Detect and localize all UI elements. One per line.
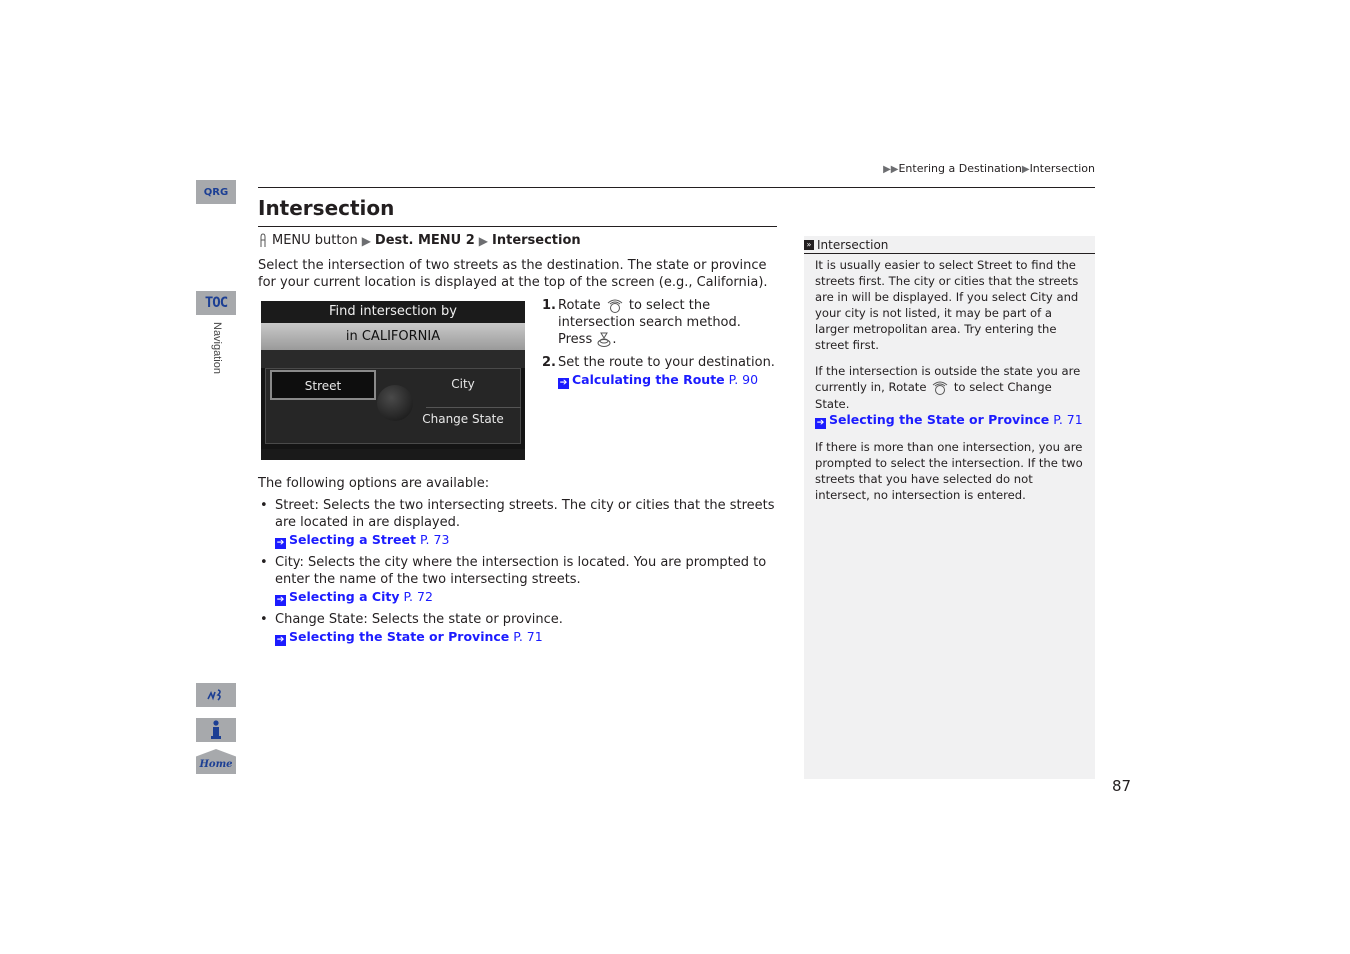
text: . [845,396,850,411]
step-number: 2. [542,355,556,370]
link-arrow-icon: ➔ [558,378,569,389]
sidebar-title: Intersection [817,237,889,252]
breadcrumb-arrow-icon: ▶ [1021,164,1030,175]
options-list: • Street: Selects the two intersecting s… [258,497,778,651]
nav-screen-illustration: Find intersection by in CALIFORNIA Stree… [261,301,525,460]
voice-command-button[interactable] [196,683,236,707]
rotate-dial-icon [607,299,623,313]
screen-option-street[interactable]: Street [270,370,376,400]
screen-state: in CALIFORNIA [261,323,525,350]
menu-path-step: Dest. MENU 2 [374,233,475,248]
step-text: Set the route to your destination. [558,355,775,370]
option-desc: : Selects the city where the intersectio… [275,555,767,587]
title-divider [258,226,777,227]
home-button[interactable]: Home [196,749,236,774]
step-number: 1. [542,298,556,313]
bullet-icon: • [260,555,268,570]
breadcrumb-item[interactable]: Entering a Destination [898,162,1021,175]
rotate-dial-icon [932,381,948,395]
option-item: • Change State: Selects the state or pro… [258,611,778,646]
sidebar-body: It is usually easier to select Street to… [804,254,1095,503]
info-button[interactable] [196,718,236,742]
sidebar-paragraph: It is usually easier to select Street to… [815,257,1084,353]
breadcrumb: ▶▶Entering a Destination▶Intersection [883,162,1095,175]
menu-path-step: Intersection [492,233,581,248]
option-desc: : Selects the state or province. [363,612,563,627]
option-term: City [275,555,300,570]
finger-press-icon [260,233,266,247]
term: City [1030,290,1053,304]
qrg-tab[interactable]: QRG [196,180,236,204]
bullet-icon: • [260,498,268,513]
voice-command-icon [207,689,221,701]
link-arrow-icon: ➔ [275,538,286,549]
screen-option-city[interactable]: City [421,377,505,391]
step-text: Press [558,332,593,347]
steps-list: 1. Rotate to select the intersection sea… [542,297,782,395]
path-arrow-icon: ▶ [361,233,371,248]
section-label: Navigation [211,322,223,374]
page-title: Intersection [258,196,395,220]
link-arrow-icon: ➔ [275,635,286,646]
screen-band [261,350,525,368]
link-arrow-icon: ➔ [815,417,826,429]
breadcrumb-arrow-icon: ▶▶ [883,164,899,175]
step-text: Rotate [558,298,601,313]
ref-link-selecting-street[interactable]: ➔ Selecting a Street P. 73 [275,532,449,549]
header-divider [258,187,1095,188]
link-arrow-icon: ➔ [275,595,286,606]
intro-text: Select the intersection of two streets a… [258,258,768,290]
options-intro: The following options are available: [258,476,490,491]
ref-link-selecting-city[interactable]: ➔ Selecting a City P. 72 [275,589,433,606]
sidebar-paragraph: If the intersection is outside the state… [815,363,1084,429]
page-number: 87 [1112,777,1132,795]
option-item: • Street: Selects the two intersecting s… [258,497,778,549]
double-arrow-icon: » [804,239,814,250]
info-icon [211,720,221,739]
term: Street [976,258,1013,272]
sidebar-header: » Intersection [804,236,1095,254]
step-item: 1. Rotate to select the intersection sea… [542,297,782,348]
menu-path: MENU button ▶ Dest. MENU 2 ▶ Intersectio… [258,233,581,248]
breadcrumb-item: Intersection [1029,162,1095,175]
text: to select [950,380,1008,394]
option-desc: : Selects the two intersecting streets. … [275,498,775,530]
screen-divider [426,407,521,408]
ref-link-selecting-state[interactable]: ➔ Selecting the State or Province P. 71 [275,629,543,646]
screen-header: Find intersection by [261,301,525,323]
bullet-icon: • [260,612,268,627]
step-text: . [612,332,617,347]
option-item: • City: Selects the city where the inter… [258,554,778,606]
screen-option-change-state[interactable]: Change State [417,412,509,426]
sidebar-paragraph: If there is more than one intersection, … [815,439,1083,502]
option-term: Street [275,498,315,513]
press-dial-icon [597,332,611,347]
text: It is usually easier to select [815,258,977,272]
option-term: Change State [275,612,364,627]
ref-link-selecting-state[interactable]: ➔ Selecting the State or Province P. 71 [815,412,1083,429]
path-arrow-icon: ▶ [478,233,489,248]
screen-footer [261,449,525,460]
ref-link-calculating-route[interactable]: ➔ Calculating the Route P. 90 [558,372,758,389]
sidebar-note: » Intersection It is usually easier to s… [804,236,1095,779]
selector-knob-icon [377,385,413,421]
step-item: 2. Set the route to your destination. ➔ C… [542,354,782,389]
menu-path-start: MENU button [272,233,358,248]
toc-tab[interactable]: TOC [196,291,236,315]
